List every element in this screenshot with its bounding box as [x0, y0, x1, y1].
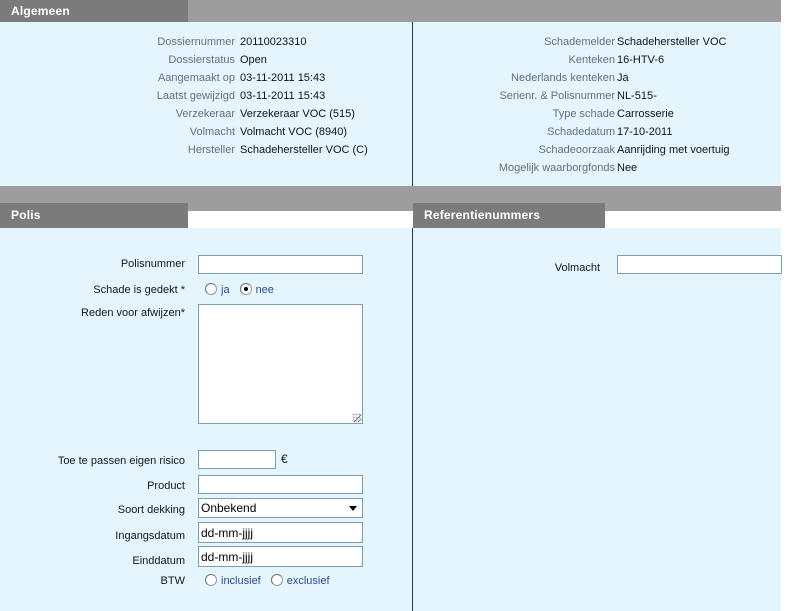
schade-gedekt-label-nee[interactable]: nee [256, 284, 274, 296]
algemeen-column-divider [412, 22, 413, 186]
label-reden-voor-afwijzen: Reden voor afwijzen* [81, 307, 185, 319]
field-dossierstatus: Dossierstatus Open [40, 51, 380, 69]
field-laatst-gewijzigd: Laatst gewijzigd 03-11-2011 15:43 [40, 87, 380, 105]
label-eigen-risico: Toe te passen eigen risico [57, 455, 185, 467]
schade-gedekt-radio-nee[interactable] [239, 283, 252, 295]
label-soort-dekking: Soort dekking [117, 504, 185, 516]
row-ingangsdatum: Ingangsdatum [0, 526, 185, 546]
field-label: Schademelder [544, 36, 615, 48]
field-value: Nee [617, 162, 638, 174]
field-value: Schadehersteller VOC (C) [240, 144, 368, 156]
soort-dekking-select-wrap[interactable]: Onbekend [198, 498, 363, 518]
row-schade-is-gedekt: Schade is gedekt * [0, 280, 185, 300]
field-value: Ja [617, 72, 629, 84]
row-ref-volmacht: Volmacht [415, 258, 600, 278]
field-value: 16-HTV-6 [617, 54, 665, 66]
field-label: Hersteller [187, 144, 235, 156]
btw-radio-inclusief[interactable] [205, 574, 217, 586]
btw-radio-exclusief[interactable] [270, 574, 283, 586]
field-value: 03-11-2011 15:43 [240, 90, 326, 102]
field-label: Nederlands kenteken [511, 72, 615, 84]
field-label: Aangemaakt op [157, 72, 235, 84]
row-reden-voor-afwijzen: Reden voor afwijzen* [0, 303, 185, 323]
soort-dekking-select[interactable]: Onbekend [198, 498, 363, 518]
field-aangemaakt-op: Aangemaakt op 03-11-2011 15:43 [40, 69, 380, 87]
polisnummer-input[interactable] [198, 255, 363, 274]
eigen-risico-input[interactable] [198, 450, 276, 469]
schade-gedekt-radio-ja[interactable] [205, 283, 217, 295]
schade-gedekt-radio-group[interactable]: ja nee [205, 281, 284, 299]
field-nederlands-kenteken: Nederlands kenteken Ja [440, 69, 770, 87]
section-title-algemeen: Algemeen [0, 0, 188, 22]
lower-column-divider [412, 228, 413, 611]
field-value: Carrosserie [617, 108, 674, 120]
row-product: Product [0, 476, 185, 496]
row-polisnummer: Polisnummer [0, 254, 185, 274]
label-product: Product [147, 480, 185, 492]
ref-volmacht-input[interactable] [617, 255, 782, 274]
field-label: Schadedatum [547, 126, 615, 138]
field-label: Volmacht [189, 126, 235, 138]
label-ingangsdatum: Ingangsdatum [115, 530, 185, 542]
btw-radio-group[interactable]: inclusief exclusief [205, 572, 340, 590]
field-value: Verzekeraar VOC (515) [240, 108, 355, 120]
row-btw: BTW [0, 571, 185, 591]
field-dossiernummer: Dossiernummer 20110023310 [40, 33, 380, 51]
field-kenteken: Kenteken 16-HTV-6 [440, 51, 770, 69]
field-label: Laatst gewijzigd [156, 90, 235, 102]
field-label: Verzekeraar [175, 108, 235, 120]
field-schadeoorzaak: Schadeoorzaak Aanrijding met voertuig [440, 141, 770, 159]
field-label: Dossierstatus [168, 54, 235, 66]
field-schademelder: Schademelder Schadehersteller VOC [440, 33, 770, 51]
row-eigen-risico: Toe te passen eigen risico [0, 451, 185, 471]
label-einddatum: Einddatum [132, 555, 185, 567]
field-type-schade: Type schade Carrosserie [440, 105, 770, 123]
case-detail-page: Algemeen Dossiernummer 20110023310 Dossi… [0, 0, 788, 611]
field-volmacht: Volmacht Volmacht VOC (8940) [40, 123, 380, 141]
btw-label-inclusief[interactable]: inclusief [221, 575, 261, 587]
product-input[interactable] [198, 475, 363, 494]
field-serienr-polisnummer: Serienr. & Polisnummer NL-515- [440, 87, 770, 105]
field-mogelijk-waarborgfonds: Mogelijk waarborgfonds Nee [440, 159, 770, 177]
section-title-polis: Polis [0, 203, 188, 228]
field-label: Serienr. & Polisnummer [499, 90, 615, 102]
field-verzekeraar: Verzekeraar Verzekeraar VOC (515) [40, 105, 380, 123]
label-btw: BTW [160, 575, 185, 587]
field-hersteller: Hersteller Schadehersteller VOC (C) [40, 141, 380, 159]
field-value: Schadehersteller VOC [617, 36, 727, 48]
label-polisnummer: Polisnummer [120, 258, 185, 270]
field-label: Type schade [552, 108, 615, 120]
reden-voor-afwijzen-textarea[interactable] [198, 304, 363, 424]
field-label: Schadeoorzaak [538, 144, 615, 156]
field-value: 03-11-2011 15:43 [240, 72, 326, 84]
field-schadedatum: Schadedatum 17-10-2011 [440, 123, 770, 141]
field-label: Dossiernummer [157, 36, 235, 48]
field-value: Open [240, 54, 267, 66]
field-label: Mogelijk waarborgfonds [498, 162, 615, 174]
btw-label-exclusief[interactable]: exclusief [287, 575, 330, 587]
field-label: Kenteken [568, 54, 615, 66]
section-title-referentienummers: Referentienummers [413, 203, 605, 228]
label-schade-is-gedekt: Schade is gedekt * [93, 284, 185, 296]
row-soort-dekking: Soort dekking [0, 500, 185, 520]
field-value: Aanrijding met voertuig [617, 144, 730, 156]
einddatum-input[interactable] [198, 546, 363, 567]
label-ref-volmacht: Volmacht [554, 262, 600, 274]
euro-symbol-icon: € [281, 452, 288, 466]
field-value: Volmacht VOC (8940) [240, 126, 347, 138]
field-value: 17-10-2011 [617, 126, 673, 138]
schade-gedekt-label-ja[interactable]: ja [221, 284, 230, 296]
field-value: 20110023310 [240, 36, 307, 48]
ingangsdatum-input[interactable] [198, 522, 363, 543]
field-value: NL-515- [617, 90, 657, 102]
row-einddatum: Einddatum [0, 551, 185, 571]
